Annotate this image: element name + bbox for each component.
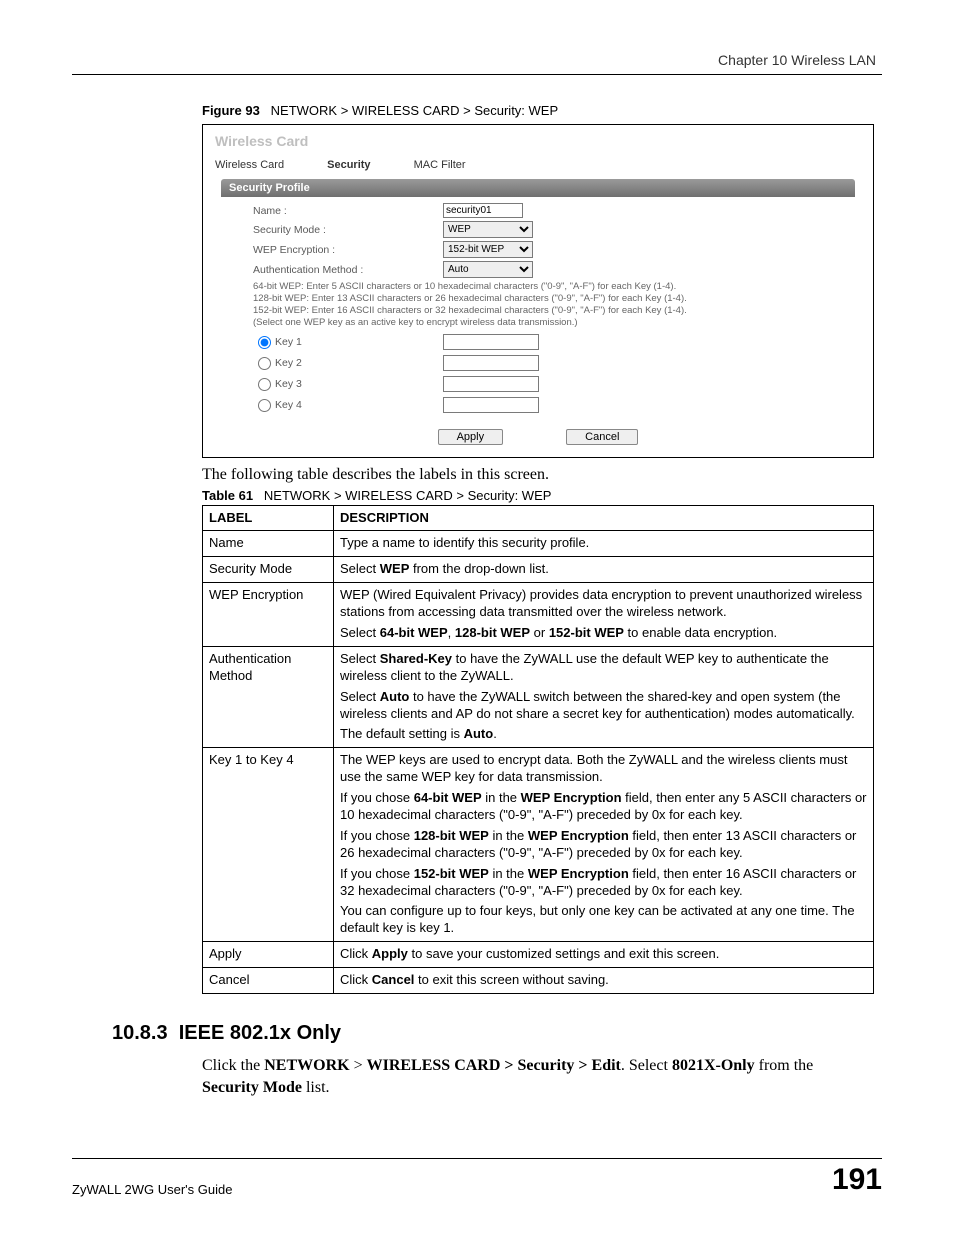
table-caption-text: NETWORK > WIRELESS CARD > Security: WEP xyxy=(264,488,552,503)
table-row: Security Mode Select WEP from the drop-d… xyxy=(203,557,874,583)
help-line-128: 128-bit WEP: Enter 13 ASCII characters o… xyxy=(253,293,845,305)
key2-radio[interactable] xyxy=(258,357,271,370)
key4-input[interactable] xyxy=(443,397,539,413)
footer-rule xyxy=(72,1158,882,1159)
section-title: IEEE 802.1x Only xyxy=(179,1022,341,1044)
cell-desc: The WEP keys are used to encrypt data. B… xyxy=(334,748,874,942)
key4-radio[interactable] xyxy=(258,399,271,412)
name-input[interactable] xyxy=(443,203,523,218)
footer-guide: ZyWALL 2WG User's Guide xyxy=(72,1182,232,1197)
tab-mac-filter[interactable]: MAC Filter xyxy=(414,159,466,171)
cell-label: Name xyxy=(203,531,334,557)
key1-label: Key 1 xyxy=(275,336,443,348)
form-area: Name : Security Mode : WEP WEP Encryptio… xyxy=(253,203,845,415)
cell-desc: WEP (Wired Equivalent Privacy) provides … xyxy=(334,583,874,647)
tab-security[interactable]: Security xyxy=(327,159,370,171)
cell-label: WEP Encryption xyxy=(203,583,334,647)
cell-label: Authentication Method xyxy=(203,646,334,747)
table-row: Authentication Method Select Shared-Key … xyxy=(203,646,874,747)
key2-input[interactable] xyxy=(443,355,539,371)
cell-label: Security Mode xyxy=(203,557,334,583)
table-row: WEP Encryption WEP (Wired Equivalent Pri… xyxy=(203,583,874,647)
label-name: Name : xyxy=(253,205,443,217)
figure-label: Figure 93 xyxy=(202,103,260,118)
apply-button[interactable]: Apply xyxy=(438,429,504,445)
chapter-header: Chapter 10 Wireless LAN xyxy=(72,52,882,68)
figure-caption-text: NETWORK > WIRELESS CARD > Security: WEP xyxy=(271,103,559,118)
profile-bar: Security Profile xyxy=(221,179,855,197)
label-security-mode: Security Mode : xyxy=(253,224,443,236)
label-wep-encryption: WEP Encryption : xyxy=(253,244,443,256)
footer-page-number: 191 xyxy=(832,1163,882,1197)
cell-label: Key 1 to Key 4 xyxy=(203,748,334,942)
intro-text: The following table describes the labels… xyxy=(202,466,882,484)
key3-radio[interactable] xyxy=(258,378,271,391)
auth-method-select[interactable]: Auto xyxy=(443,261,533,278)
key1-input[interactable] xyxy=(443,334,539,350)
cell-desc: Select Shared-Key to have the ZyWALL use… xyxy=(334,646,874,747)
help-text: 64-bit WEP: Enter 5 ASCII characters or … xyxy=(253,281,845,329)
wep-encryption-select[interactable]: 152-bit WEP xyxy=(443,241,533,258)
key2-label: Key 2 xyxy=(275,357,443,369)
key3-input[interactable] xyxy=(443,376,539,392)
help-line-152: 152-bit WEP: Enter 16 ASCII characters o… xyxy=(253,305,845,317)
th-label: LABEL xyxy=(203,505,334,531)
ui-screenshot: Wireless Card Wireless Card Security MAC… xyxy=(202,124,874,458)
figure-caption: Figure 93 NETWORK > WIRELESS CARD > Secu… xyxy=(202,103,882,118)
table-row: Name Type a name to identify this securi… xyxy=(203,531,874,557)
security-mode-select[interactable]: WEP xyxy=(443,221,533,238)
help-line-64: 64-bit WEP: Enter 5 ASCII characters or … xyxy=(253,281,845,293)
footer: ZyWALL 2WG User's Guide 191 xyxy=(72,1158,882,1197)
table-caption: Table 61 NETWORK > WIRELESS CARD > Secur… xyxy=(202,488,882,503)
th-description: DESCRIPTION xyxy=(334,505,874,531)
table-row: Cancel Click Cancel to exit this screen … xyxy=(203,968,874,994)
cell-desc: Click Cancel to exit this screen without… xyxy=(334,968,874,994)
section-heading: 10.8.3 IEEE 802.1x Only xyxy=(112,1022,882,1045)
key3-label: Key 3 xyxy=(275,378,443,390)
cell-desc: Select WEP from the drop-down list. xyxy=(334,557,874,583)
label-auth-method: Authentication Method : xyxy=(253,264,443,276)
tab-wireless-card[interactable]: Wireless Card xyxy=(215,159,284,171)
section-body: Click the NETWORK > WIRELESS CARD > Secu… xyxy=(202,1055,874,1098)
help-line-select: (Select one WEP key as an active key to … xyxy=(253,317,845,329)
cell-label: Cancel xyxy=(203,968,334,994)
cell-desc: Type a name to identify this security pr… xyxy=(334,531,874,557)
ui-title: Wireless Card xyxy=(215,133,863,149)
cell-desc: Click Apply to save your customized sett… xyxy=(334,942,874,968)
table-label: Table 61 xyxy=(202,488,253,503)
table-row: Key 1 to Key 4 The WEP keys are used to … xyxy=(203,748,874,942)
key4-label: Key 4 xyxy=(275,399,443,411)
cell-label: Apply xyxy=(203,942,334,968)
table-row: Apply Click Apply to save your customize… xyxy=(203,942,874,968)
key1-radio[interactable] xyxy=(258,336,271,349)
cancel-button[interactable]: Cancel xyxy=(566,429,638,445)
section-number: 10.8.3 xyxy=(112,1022,168,1044)
ui-tabs: Wireless Card Security MAC Filter xyxy=(213,155,863,175)
header-rule xyxy=(72,74,882,75)
description-table: LABEL DESCRIPTION Name Type a name to id… xyxy=(202,505,874,994)
